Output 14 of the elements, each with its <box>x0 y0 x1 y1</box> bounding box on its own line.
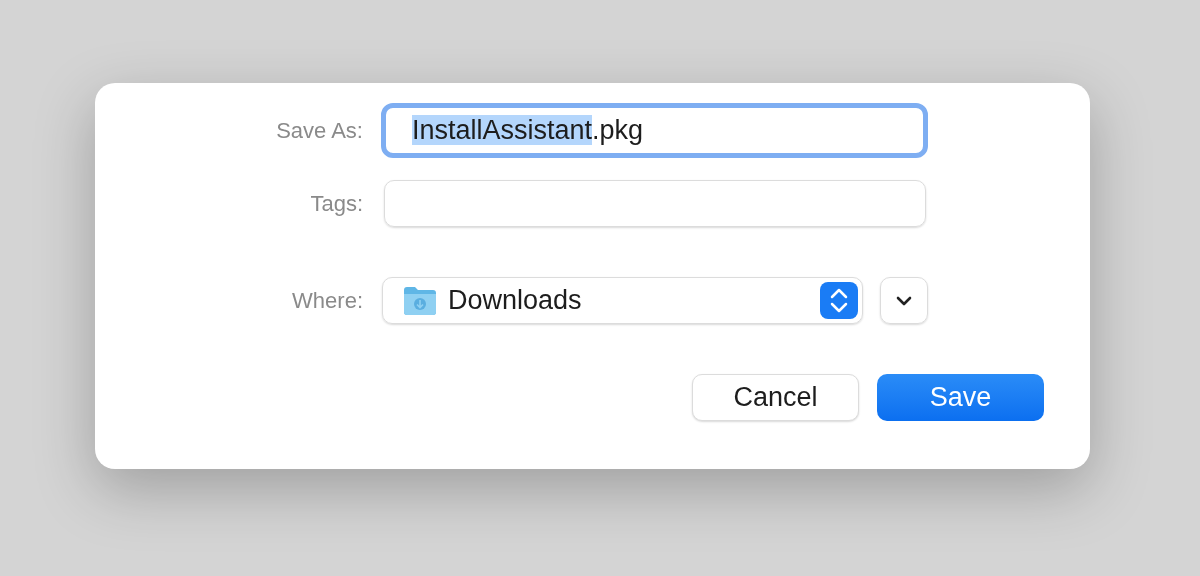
folder-icon <box>403 285 437 316</box>
where-label: Where: <box>291 287 364 315</box>
expand-button[interactable] <box>880 277 928 324</box>
field-value: InstallAssistant.pkg <box>412 114 644 148</box>
stepper-icon <box>820 282 858 319</box>
chevron-icon <box>896 295 912 306</box>
save-as-label: Save As: <box>275 117 364 145</box>
tags-field[interactable] <box>384 180 926 227</box>
location-value: Downloads <box>448 284 583 318</box>
location-popup[interactable]: Downloads <box>382 277 863 324</box>
save-as-field[interactable]: InstallAssistant.pkg <box>381 103 928 158</box>
cancel-button[interactable]: Cancel <box>692 374 859 421</box>
save-button[interactable]: Save <box>877 374 1044 421</box>
tags-label: Tags: <box>309 190 364 218</box>
